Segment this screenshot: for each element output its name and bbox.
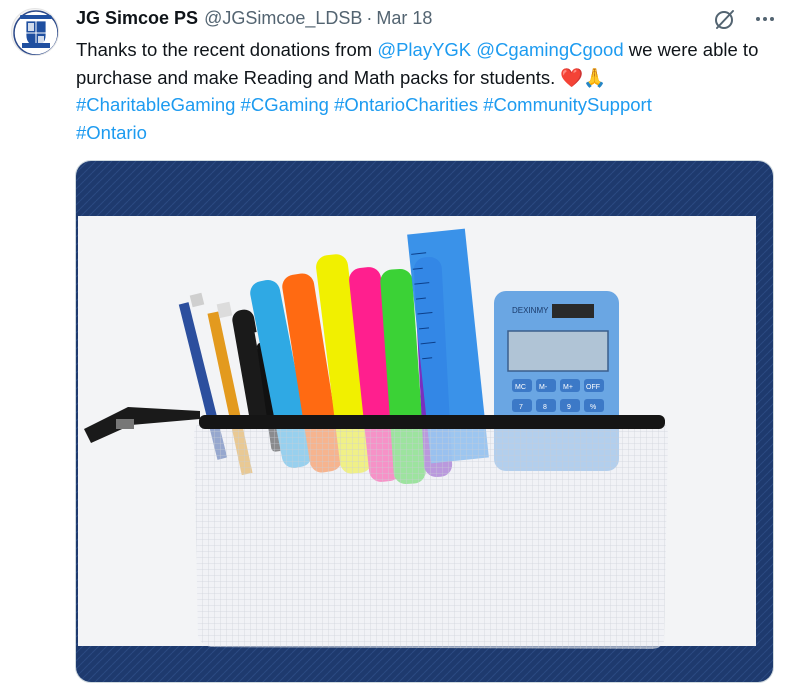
separator-dot: · xyxy=(366,7,373,28)
hashtag-communitysupport[interactable]: #CommunitySupport xyxy=(483,94,652,115)
author-name[interactable]: JG Simcoe PS xyxy=(76,8,198,29)
avatar[interactable] xyxy=(11,8,59,56)
photo-illustration: DEXINMY MC M- M+ OFF 7 8 9 % xyxy=(76,161,773,682)
school-crest-icon xyxy=(13,10,58,55)
hashtag-charitablegaming[interactable]: #CharitableGaming xyxy=(76,94,235,115)
calc-key-mc: MC xyxy=(515,384,526,391)
hashtag-ontariocharities[interactable]: #OntarioCharities xyxy=(334,94,478,115)
tweet-card[interactable]: JG Simcoe PS @JGSimcoe_LDSB · Mar 18 Tha… xyxy=(0,0,795,689)
tweet-photo[interactable]: DEXINMY MC M- M+ OFF 7 8 9 % xyxy=(75,160,774,683)
grok-icon[interactable] xyxy=(712,6,738,32)
pray-emoji: 🙏 xyxy=(583,66,607,88)
zipper-slider xyxy=(116,419,134,429)
mention-cgamingcgood[interactable]: @CgamingCgood xyxy=(476,39,623,60)
hashtag-ontario[interactable]: #Ontario xyxy=(76,122,147,143)
author-handle[interactable]: @JGSimcoe_LDSB xyxy=(204,8,362,29)
calc-key-8: 8 xyxy=(543,404,547,411)
text-part1: Thanks to the recent donations from xyxy=(76,39,378,60)
calc-key-7: 7 xyxy=(519,404,523,411)
mention-playygk[interactable]: @PlayYGK xyxy=(377,39,471,60)
tweet-header: JG Simcoe PS @JGSimcoe_LDSB · Mar 18 xyxy=(76,6,432,30)
more-dots-icon[interactable] xyxy=(752,6,778,32)
heart-emoji: ❤️ xyxy=(560,66,584,88)
calculator-brand: DEXINMY xyxy=(512,306,549,315)
calc-key-off: OFF xyxy=(586,384,600,391)
hashtag-cgaming[interactable]: #CGaming xyxy=(241,94,329,115)
calc-key-mminus: M- xyxy=(539,384,548,391)
calc-key-9: 9 xyxy=(567,404,571,411)
pouch-zipper xyxy=(199,415,665,429)
calc-key-percent: % xyxy=(590,404,596,411)
tweet-text: Thanks to the recent donations from @Pla… xyxy=(76,36,776,146)
calc-key-mplus: M+ xyxy=(563,384,573,391)
tweet-date[interactable]: Mar 18 xyxy=(376,8,432,29)
